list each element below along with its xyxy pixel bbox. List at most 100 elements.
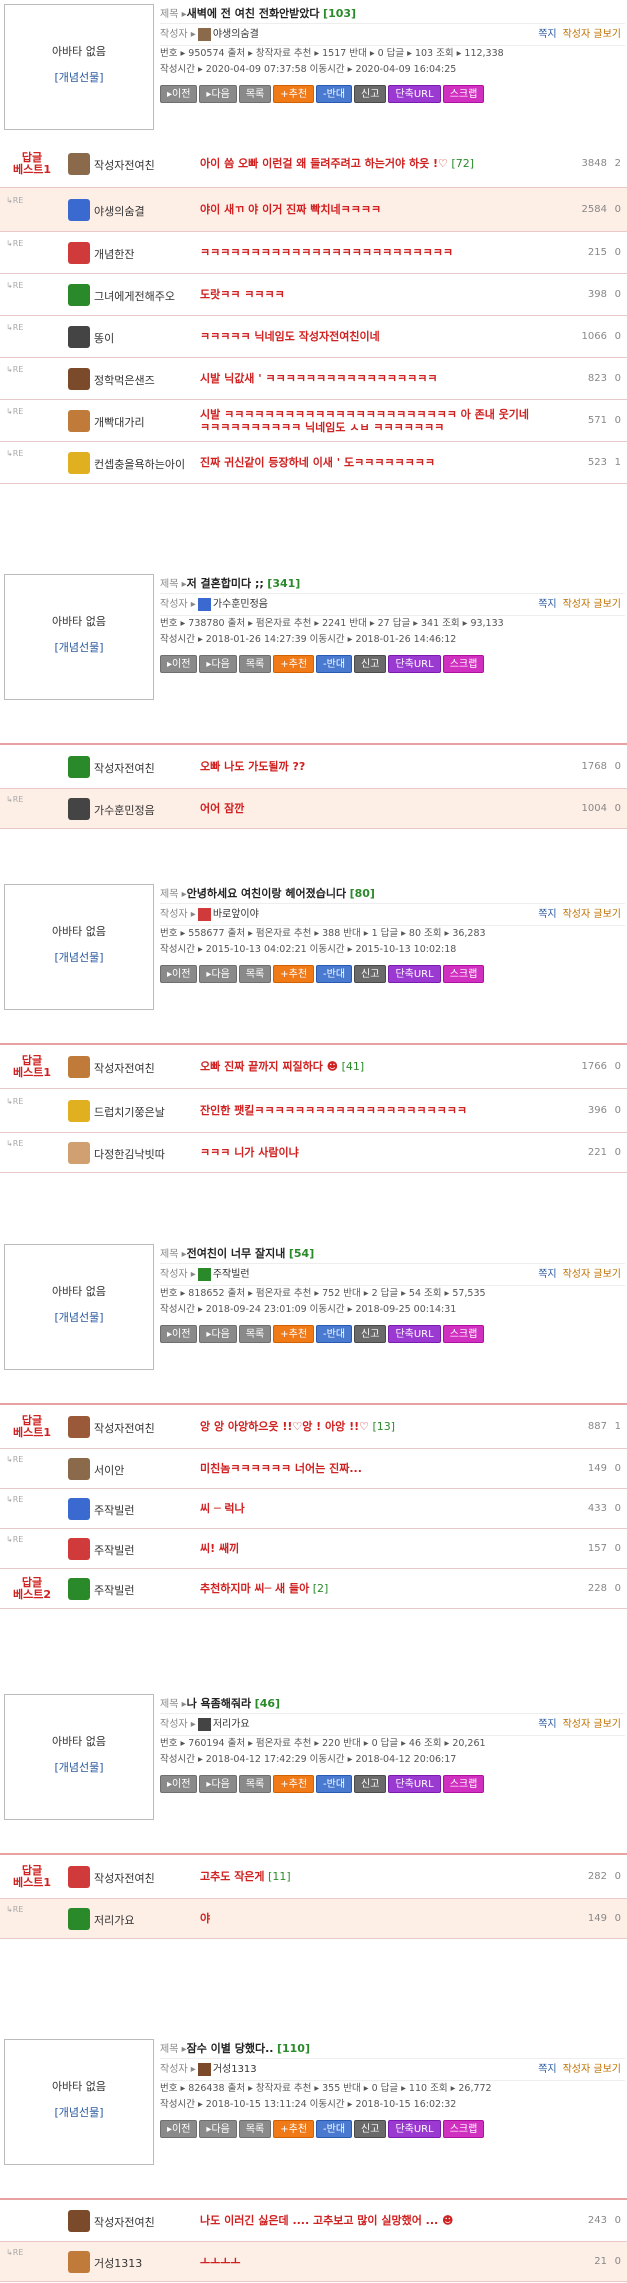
recommend-button[interactable]: +추천 xyxy=(273,965,315,983)
next-button[interactable]: ▸다음 xyxy=(199,2120,237,2138)
report-button[interactable]: 신고 xyxy=(354,2120,387,2138)
short-url-button[interactable]: 단축URL xyxy=(388,85,441,103)
gift-link[interactable]: [개념선물] xyxy=(5,1759,153,1775)
commenter-name[interactable]: 똥이 xyxy=(94,330,114,346)
commenter-name[interactable]: 다정한김낙빗따 xyxy=(94,1146,165,1162)
commenter-name[interactable]: 주작빌런 xyxy=(94,1542,134,1558)
commenter-name[interactable]: 개빡대가리 xyxy=(94,414,145,430)
scrap-button[interactable]: 스크랩 xyxy=(442,1775,485,1793)
commenter-name[interactable]: 컨셉충을욕하는아이 xyxy=(94,456,185,472)
oppose-button[interactable]: -반대 xyxy=(316,2120,353,2138)
prev-button[interactable]: ▸이전 xyxy=(160,965,198,983)
commenter-name[interactable]: 그녀에게전해주오 xyxy=(94,288,175,304)
scrap-button[interactable]: 스크랩 xyxy=(442,655,485,673)
commenter-name[interactable]: 저리가요 xyxy=(94,1912,134,1928)
commenter-name[interactable]: 야생의숨결 xyxy=(94,203,145,219)
message-link[interactable]: 쪽지 xyxy=(538,599,556,610)
next-button[interactable]: ▸다음 xyxy=(199,965,237,983)
comment-list: 답글 베스트1 작성자전여친 아이 씀 오빠 이런걸 왜 들려주려고 하는거야 하읏… xyxy=(0,140,627,484)
gift-link[interactable]: [개념선물] xyxy=(5,1309,153,1325)
writer-posts-link[interactable]: 작성자 글보기 xyxy=(563,1269,621,1280)
recommend-button[interactable]: +추천 xyxy=(273,2120,315,2138)
commenter-name[interactable]: 작성자전여친 xyxy=(94,1420,155,1436)
gift-link[interactable]: [개념선물] xyxy=(5,2104,153,2120)
post-info: 제목 ▸저 결혼합미다 ;; [341] 작성자 ▸ 가수훈민정음 쪽지 작성자 글보기… xyxy=(160,574,625,675)
writer-posts-link[interactable]: 작성자 글보기 xyxy=(563,2064,621,2075)
short-url-button[interactable]: 단축URL xyxy=(388,2120,441,2138)
author-name[interactable]: 주작빌런 xyxy=(213,1269,250,1280)
report-button[interactable]: 신고 xyxy=(354,965,387,983)
gift-link[interactable]: [개념선물] xyxy=(5,949,153,965)
next-button[interactable]: ▸다음 xyxy=(199,85,237,103)
prev-button[interactable]: ▸이전 xyxy=(160,655,198,673)
message-link[interactable]: 쪽지 xyxy=(538,2064,556,2075)
report-button[interactable]: 신고 xyxy=(354,1775,387,1793)
report-button[interactable]: 신고 xyxy=(354,655,387,673)
gift-link[interactable]: [개념선물] xyxy=(5,639,153,655)
comment-row: ↳RE 거성1313 ㅗㅗㅗㅗ 21 0 xyxy=(0,2242,627,2282)
commenter-name[interactable]: 드럽치기쭝은날 xyxy=(94,1104,165,1120)
short-url-button[interactable]: 단축URL xyxy=(388,655,441,673)
commenter-name[interactable]: 거성1313 xyxy=(94,2255,142,2271)
oppose-button[interactable]: -반대 xyxy=(316,85,353,103)
prev-button[interactable]: ▸이전 xyxy=(160,2120,198,2138)
commenter-name[interactable]: 작성자전여친 xyxy=(94,1870,155,1886)
list-button[interactable]: 목록 xyxy=(238,965,272,983)
oppose-button[interactable]: -반대 xyxy=(316,1775,353,1793)
author-name[interactable]: 저리가요 xyxy=(213,1719,250,1730)
writer-posts-link[interactable]: 작성자 글보기 xyxy=(563,909,621,920)
recommend-button[interactable]: +추천 xyxy=(273,1775,315,1793)
message-link[interactable]: 쪽지 xyxy=(538,909,556,920)
commenter-name[interactable]: 정학먹은샌즈 xyxy=(94,372,155,388)
next-button[interactable]: ▸다음 xyxy=(199,1325,237,1343)
commenter-name[interactable]: 가수훈민정음 xyxy=(94,802,155,818)
prev-button[interactable]: ▸이전 xyxy=(160,85,198,103)
commenter-name[interactable]: 작성자전여친 xyxy=(94,2214,155,2230)
oppose-button[interactable]: -반대 xyxy=(316,1325,353,1343)
short-url-button[interactable]: 단축URL xyxy=(388,1775,441,1793)
report-button[interactable]: 신고 xyxy=(354,1325,387,1343)
author-name[interactable]: 바로앞이야 xyxy=(213,909,259,920)
commenter-name[interactable]: 서이안 xyxy=(94,1462,124,1478)
scrap-button[interactable]: 스크랩 xyxy=(442,1325,485,1343)
writer-posts-link[interactable]: 작성자 글보기 xyxy=(563,29,621,40)
action-buttons: ▸이전 ▸다음 목록 +추천 -반대 신고 단축URL 스크랩 xyxy=(160,1325,625,1345)
writer-posts-link[interactable]: 작성자 글보기 xyxy=(563,599,621,610)
message-link[interactable]: 쪽지 xyxy=(538,1269,556,1280)
message-link[interactable]: 쪽지 xyxy=(538,29,556,40)
scrap-button[interactable]: 스크랩 xyxy=(442,85,485,103)
commenter-name[interactable]: 주작빌런 xyxy=(94,1502,134,1518)
author-name[interactable]: 거성1313 xyxy=(213,2064,257,2075)
reply-marker: ↳RE xyxy=(6,1097,24,1106)
commenter-name[interactable]: 작성자전여친 xyxy=(94,157,155,173)
message-link[interactable]: 쪽지 xyxy=(538,1719,556,1730)
oppose-button[interactable]: -반대 xyxy=(316,965,353,983)
next-button[interactable]: ▸다음 xyxy=(199,655,237,673)
author-name[interactable]: 야생의숨결 xyxy=(213,29,259,40)
next-button[interactable]: ▸다음 xyxy=(199,1775,237,1793)
writer-posts-link[interactable]: 작성자 글보기 xyxy=(563,1719,621,1730)
list-button[interactable]: 목록 xyxy=(238,1775,272,1793)
commenter-name[interactable]: 작성자전여친 xyxy=(94,1060,155,1076)
author-name[interactable]: 가수훈민정음 xyxy=(213,599,268,610)
commenter-name[interactable]: 주작빌런 xyxy=(94,1582,134,1598)
scrap-button[interactable]: 스크랩 xyxy=(442,2120,485,2138)
recommend-button[interactable]: +추천 xyxy=(273,655,315,673)
oppose-button[interactable]: -반대 xyxy=(316,655,353,673)
list-button[interactable]: 목록 xyxy=(238,2120,272,2138)
list-button[interactable]: 목록 xyxy=(238,85,272,103)
short-url-button[interactable]: 단축URL xyxy=(388,965,441,983)
scrap-button[interactable]: 스크랩 xyxy=(442,965,485,983)
commenter-name[interactable]: 작성자전여친 xyxy=(94,760,155,776)
commenter-name[interactable]: 개념한잔 xyxy=(94,246,134,262)
recommend-button[interactable]: +추천 xyxy=(273,1325,315,1343)
author-row: 작성자 ▸ 저리가요 쪽지 작성자 글보기 xyxy=(160,1714,625,1736)
short-url-button[interactable]: 단축URL xyxy=(388,1325,441,1343)
prev-button[interactable]: ▸이전 xyxy=(160,1775,198,1793)
list-button[interactable]: 목록 xyxy=(238,1325,272,1343)
recommend-button[interactable]: +추천 xyxy=(273,85,315,103)
report-button[interactable]: 신고 xyxy=(354,85,387,103)
prev-button[interactable]: ▸이전 xyxy=(160,1325,198,1343)
gift-link[interactable]: [개념선물] xyxy=(5,69,153,85)
list-button[interactable]: 목록 xyxy=(238,655,272,673)
